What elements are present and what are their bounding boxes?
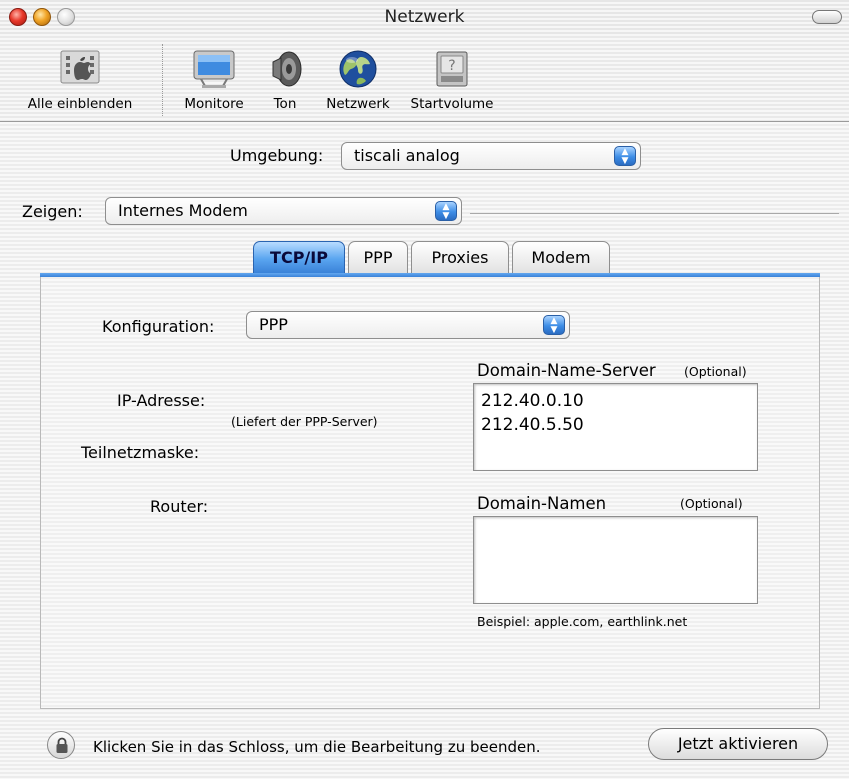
- show-all-icon: [60, 50, 100, 84]
- toolbar-toggle-button[interactable]: [812, 10, 842, 24]
- window-title: Netzwerk: [384, 7, 465, 27]
- globe-icon: [339, 50, 377, 88]
- dns-field[interactable]: 212.40.0.10 212.40.5.50: [473, 383, 758, 471]
- popup-arrows-icon: ▲ ▼: [435, 201, 457, 221]
- toolbar-label-startup-disk: Startvolume: [410, 96, 494, 112]
- router-label: Router:: [150, 497, 209, 516]
- show-label: Zeigen:: [22, 202, 83, 221]
- configuration-value: PPP: [259, 315, 288, 334]
- configuration-label: Konfiguration:: [102, 317, 215, 336]
- tab-modem[interactable]: Modem: [512, 241, 610, 273]
- tab-tcpip[interactable]: TCP/IP: [253, 241, 345, 273]
- toolbar-label-network: Netzwerk: [326, 96, 390, 112]
- dns-optional-label: (Optional): [684, 364, 747, 379]
- toolbar-label-monitors: Monitore: [184, 96, 244, 112]
- dns-entry: 212.40.0.10: [481, 391, 584, 411]
- lock-button[interactable]: [47, 731, 75, 759]
- tab-ppp[interactable]: PPP: [348, 241, 408, 273]
- toolbar: Alle einblenden Monitore Ton Netzwerk ? …: [0, 36, 849, 122]
- ip-address-note: (Liefert der PPP-Server): [231, 414, 378, 429]
- ip-address-label: IP-Adresse:: [117, 391, 206, 410]
- title-bar[interactable]: Netzwerk: [0, 0, 849, 36]
- location-value: tiscali analog: [354, 146, 460, 165]
- dns-label: Domain-Name-Server: [477, 361, 656, 380]
- toolbar-item-network[interactable]: Netzwerk: [320, 36, 396, 121]
- search-domains-field[interactable]: [473, 516, 758, 604]
- location-popup[interactable]: tiscali analog ▲ ▼: [341, 142, 641, 170]
- toolbar-divider: [162, 44, 163, 116]
- lock-hint-text: Klicken Sie in das Schloss, um die Bearb…: [93, 738, 541, 756]
- svg-text:?: ?: [448, 58, 455, 74]
- show-popup[interactable]: Internes Modem ▲ ▼: [105, 197, 462, 225]
- domains-example: Beispiel: apple.com, earthlink.net: [477, 614, 688, 629]
- toolbar-item-monitors[interactable]: Monitore: [176, 36, 252, 121]
- popup-arrows-icon: ▲ ▼: [614, 146, 636, 166]
- activate-now-button[interactable]: Jetzt aktivieren: [648, 728, 828, 760]
- monitor-icon: [193, 50, 235, 88]
- divider: [470, 213, 839, 214]
- disk-icon: ?: [436, 51, 468, 87]
- search-domains-optional-label: (Optional): [680, 496, 743, 511]
- location-label: Umgebung:: [230, 146, 324, 165]
- search-domains-label: Domain-Namen: [477, 494, 607, 513]
- speaker-icon: [272, 51, 302, 87]
- toolbar-label-show-all: Alle einblenden: [27, 96, 133, 112]
- toolbar-item-show-all[interactable]: Alle einblenden: [0, 36, 160, 121]
- tcpip-panel: [40, 277, 820, 709]
- toolbar-item-sound[interactable]: Ton: [262, 36, 308, 121]
- toolbar-item-startup-disk[interactable]: ? Startvolume: [404, 36, 500, 121]
- show-value: Internes Modem: [118, 201, 248, 220]
- lock-icon: [56, 737, 68, 753]
- popup-arrows-icon: ▲ ▼: [543, 315, 565, 335]
- configuration-popup[interactable]: PPP ▲ ▼: [246, 311, 570, 339]
- subnet-mask-label: Teilnetzmaske:: [81, 443, 200, 462]
- dns-entry: 212.40.5.50: [481, 415, 584, 435]
- toolbar-label-sound: Ton: [273, 96, 297, 112]
- tab-proxies[interactable]: Proxies: [411, 241, 509, 273]
